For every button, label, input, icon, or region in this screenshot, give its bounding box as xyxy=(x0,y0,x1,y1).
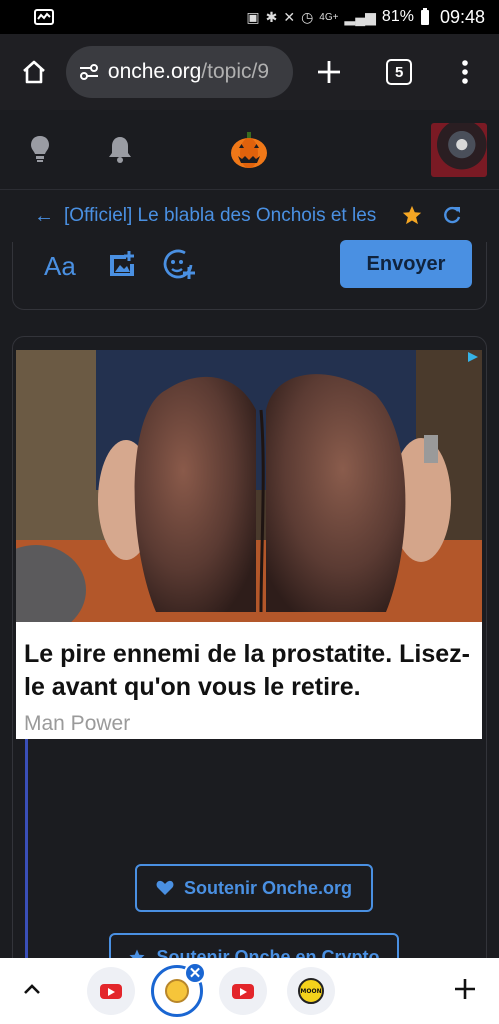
site-logo[interactable] xyxy=(229,130,269,175)
notifications-button[interactable] xyxy=(106,134,134,169)
tab-count: 5 xyxy=(386,59,413,85)
ad-photo xyxy=(16,350,482,622)
add-emoji-icon xyxy=(163,249,195,279)
activity-icon xyxy=(34,9,54,25)
alarm-icon: ◷ xyxy=(301,8,314,25)
more-vert-icon xyxy=(462,60,468,84)
tab-strip: ✕ MOON xyxy=(0,958,499,1024)
reply-composer: Aa Envoyer xyxy=(12,240,487,310)
tab-youtube-1[interactable] xyxy=(87,967,135,1015)
topic-title[interactable]: [Officiel] Le blabla des Onchois et les xyxy=(64,205,386,227)
ad-choices-icon[interactable] xyxy=(468,352,478,362)
bluetooth-icon: ✱ xyxy=(265,8,278,25)
plus-icon xyxy=(318,61,341,83)
battery-percent: 81% xyxy=(381,8,414,25)
pumpkin-icon xyxy=(231,132,267,168)
ad-source: Man Power xyxy=(24,712,131,735)
battery-icon xyxy=(420,8,429,25)
signal-icon: ▂▄▆ xyxy=(344,8,376,25)
add-tab-button[interactable] xyxy=(452,976,478,1007)
url-text: onche.org/topic/9 xyxy=(107,60,270,83)
add-image-icon xyxy=(110,251,134,276)
add-image-button[interactable] xyxy=(106,248,138,285)
youtube-icon xyxy=(232,983,254,999)
ad-headline[interactable]: Le pire ennemi de la prostatite. Lisez-l… xyxy=(24,638,479,704)
home-icon xyxy=(23,60,45,84)
screenshot-icon: ▣ xyxy=(246,8,260,25)
tab-youtube-2[interactable] xyxy=(219,967,267,1015)
back-arrow-icon[interactable]: ← xyxy=(34,205,54,228)
network-type: 4G+ xyxy=(319,11,339,23)
ad-image[interactable] xyxy=(16,350,482,622)
favorite-button[interactable] xyxy=(401,204,423,231)
bell-icon xyxy=(109,137,131,163)
close-tab-button[interactable]: ✕ xyxy=(184,962,206,984)
support-button[interactable]: Soutenir Onche.org xyxy=(135,864,373,912)
mute-icon: ✕ xyxy=(283,8,296,25)
browser-toolbar: onche.org/topic/9 5 xyxy=(0,34,499,110)
plus-icon xyxy=(455,979,475,999)
url-bar[interactable]: onche.org/topic/9 xyxy=(65,46,294,98)
status-bar: ▣ ✱ ✕ ◷ 4G+ ▂▄▆ 81% 09:48 xyxy=(0,0,499,34)
sponsored-ad[interactable]: Le pire ennemi de la prostatite. Lisez-l… xyxy=(16,350,482,739)
send-button[interactable]: Envoyer xyxy=(340,240,472,288)
star-icon xyxy=(402,205,422,225)
heart-icon xyxy=(156,880,174,895)
add-sticker-button[interactable] xyxy=(161,247,197,288)
moon-favicon-icon: MOON xyxy=(298,978,324,1004)
refresh-button[interactable] xyxy=(442,205,462,230)
site-settings-icon xyxy=(79,64,98,80)
refresh-icon xyxy=(444,206,461,224)
expand-tabs-button[interactable] xyxy=(20,978,44,1007)
topic-bar: ← [Officiel] Le blabla des Onchois et le… xyxy=(0,190,499,242)
support-label: Soutenir Onche.org xyxy=(183,877,352,898)
menu-button[interactable] xyxy=(445,52,485,92)
onche-favicon-icon xyxy=(165,979,189,1003)
home-button[interactable] xyxy=(14,52,54,92)
clock: 09:48 xyxy=(439,6,485,27)
format-text-button[interactable]: Aa xyxy=(44,251,76,282)
site-header xyxy=(0,110,499,190)
lightbulb-icon xyxy=(31,136,49,162)
user-avatar[interactable] xyxy=(431,123,487,177)
tab-switcher-button[interactable]: 5 xyxy=(379,52,419,92)
tab-moon[interactable]: MOON xyxy=(287,967,335,1015)
youtube-icon xyxy=(100,983,122,999)
new-tab-button[interactable] xyxy=(309,52,349,92)
lightbulb-button[interactable] xyxy=(28,134,52,169)
chevron-up-icon xyxy=(24,984,40,994)
